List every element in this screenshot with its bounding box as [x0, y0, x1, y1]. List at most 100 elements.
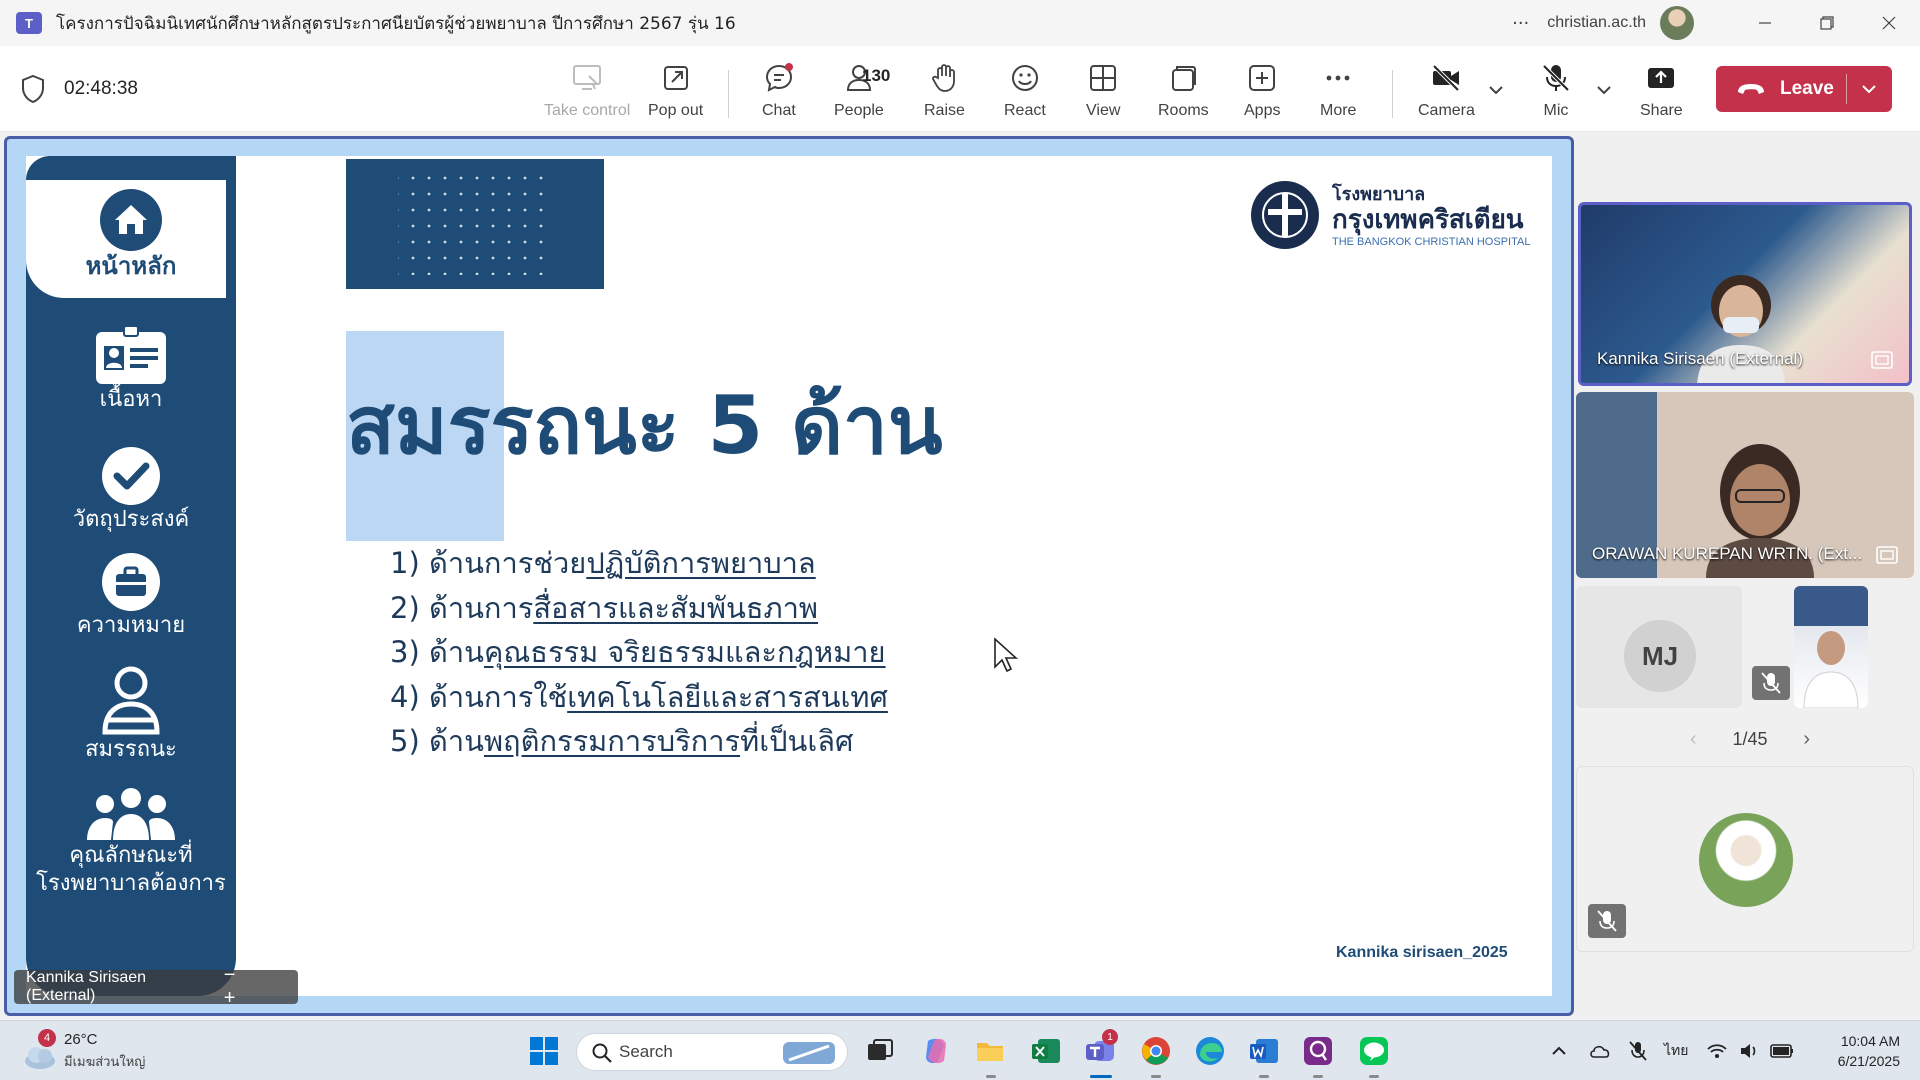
- list-item-underlined: ปฏิบัติการพยาบาล: [586, 546, 816, 580]
- participant-name: ORAWAN KUREPAN WRTN. (Ext...: [1592, 544, 1863, 563]
- decorative-dot-box: [346, 159, 604, 289]
- list-item: 4) ด้านการใช้เทคโนโลยีและสารสนเทศ: [390, 675, 888, 720]
- shield-icon[interactable]: [20, 74, 46, 104]
- list-item-suffix: ที่เป็นเลิศ: [740, 724, 854, 758]
- raise-hand-button[interactable]: Raise: [924, 56, 965, 126]
- toolbar-divider: [728, 70, 729, 118]
- input-language[interactable]: ไทย: [1664, 1040, 1688, 1062]
- app-running-indicator: [986, 1075, 996, 1078]
- list-item-underlined: คุณธรรม จริยธรรมและกฎหมาย: [483, 635, 886, 669]
- nav-label-objectives: วัตถุประสงค์: [72, 507, 190, 532]
- list-item: 2) ด้านการสื่อสารและสัมพันธภาพ: [390, 586, 888, 631]
- close-icon: [1882, 16, 1896, 30]
- shared-slide: หน้าหลัก เนื้อหา วัตถุประสงค์ ความหมาย ส…: [26, 156, 1552, 996]
- restore-button[interactable]: [1796, 0, 1858, 46]
- mouse-cursor-icon: [994, 637, 1019, 673]
- logo-english: THE BANGKOK CHRISTIAN HOSPITAL: [1332, 236, 1531, 248]
- excel-like-app-icon[interactable]: [1030, 1035, 1062, 1067]
- share-icon: [1648, 68, 1675, 88]
- list-item-underlined: สื่อสารและสัมพันธภาพ: [533, 590, 819, 625]
- share-button[interactable]: Share: [1640, 56, 1683, 126]
- battery-icon[interactable]: [1770, 1042, 1794, 1060]
- minimize-button[interactable]: [1734, 0, 1796, 46]
- weather-condition: มีเมฆส่วนใหญ่: [64, 1055, 146, 1070]
- mic-muted-tray-icon[interactable]: [1626, 1039, 1650, 1063]
- more-options-button[interactable]: ···: [1512, 13, 1529, 34]
- line-app-icon[interactable]: [1358, 1035, 1390, 1067]
- next-page-button[interactable]: ›: [1803, 728, 1810, 751]
- raise-hand-icon: [932, 64, 956, 92]
- smiley-icon: [1011, 65, 1038, 91]
- window-title: โครงการปัจฉิมนิเทศนักศึกษาหลักสูตรประกาศ…: [56, 13, 736, 34]
- slide-credit: Kannika sirisaen_2025: [1336, 944, 1508, 961]
- file-explorer-icon[interactable]: [974, 1035, 1006, 1067]
- participant-tile[interactable]: [1794, 586, 1868, 708]
- copilot-icon[interactable]: [920, 1035, 952, 1067]
- list-item-underlined: เทคโนโลยีและสารสนเทศ: [567, 679, 888, 714]
- more-button[interactable]: More: [1320, 56, 1356, 126]
- nav-item-home: หน้าหลัก: [26, 188, 236, 280]
- rooms-button[interactable]: Rooms: [1158, 56, 1209, 126]
- previous-page-button[interactable]: ‹: [1690, 728, 1697, 751]
- pop-out-button[interactable]: Pop out: [648, 56, 703, 126]
- volume-icon[interactable]: [1738, 1041, 1760, 1061]
- windows-start-icon[interactable]: [528, 1035, 560, 1067]
- participant-tile[interactable]: Kannika Sirisaen (External): [1578, 202, 1912, 386]
- view-label: View: [1086, 102, 1121, 119]
- participant-tile[interactable]: ORAWAN KUREPAN WRTN. (Ext...: [1576, 392, 1914, 578]
- mic-button[interactable]: Mic: [1540, 56, 1572, 126]
- view-button[interactable]: View: [1086, 56, 1120, 126]
- pdf-app-icon[interactable]: [1302, 1035, 1334, 1067]
- screen-share-icon: [1871, 351, 1893, 369]
- word-icon[interactable]: [1248, 1035, 1280, 1067]
- app-active-indicator: [1090, 1075, 1112, 1078]
- app-running-indicator: [1259, 1075, 1269, 1078]
- user-avatar[interactable]: [1660, 6, 1694, 40]
- chat-button[interactable]: Chat: [762, 56, 796, 126]
- person-icon: [102, 666, 160, 735]
- leave-button[interactable]: Leave: [1716, 66, 1892, 112]
- app-running-indicator: [1151, 1075, 1161, 1078]
- system-clock[interactable]: 10:04 AM 6/21/2025: [1838, 1031, 1900, 1071]
- grid-view-icon: [1090, 65, 1117, 91]
- system-tray: ไทย: [1548, 1021, 1794, 1080]
- mic-off-icon: [1761, 672, 1781, 694]
- apps-button[interactable]: Apps: [1244, 56, 1280, 126]
- cloud-sync-icon[interactable]: [1588, 1040, 1612, 1062]
- account-name[interactable]: christian.ac.th: [1547, 14, 1646, 32]
- mic-options-chevron-icon[interactable]: [1592, 78, 1616, 102]
- nav-label-meaning: ความหมาย: [76, 613, 186, 638]
- take-control-button[interactable]: Take control: [544, 56, 630, 126]
- app-running-indicator: [1369, 1075, 1379, 1078]
- participant-tile[interactable]: MJ: [1576, 586, 1742, 708]
- camera-options-chevron-icon[interactable]: [1484, 78, 1508, 102]
- chrome-icon[interactable]: [1140, 1035, 1172, 1067]
- nav-label-competency: สมรรถนะ: [85, 737, 177, 762]
- mic-label: Mic: [1543, 102, 1569, 119]
- list-item-prefix: 1) ด้านการช่วย: [390, 546, 587, 580]
- task-view-icon[interactable]: [864, 1035, 896, 1067]
- search-highlight-icon: [783, 1042, 835, 1064]
- react-button[interactable]: React: [1004, 56, 1046, 126]
- teams-logo-icon: T: [16, 12, 42, 34]
- edge-icon[interactable]: [1194, 1035, 1226, 1067]
- weather-widget[interactable]: 4 26°C มีเมฆส่วนใหญ่: [20, 1029, 180, 1075]
- list-item-underlined: พฤติกรรมการบริการ: [483, 724, 741, 758]
- nav-item-meaning: ความหมาย: [26, 552, 236, 640]
- temperature: 26°C: [64, 1031, 98, 1048]
- taskbar-search[interactable]: Search: [576, 1033, 848, 1071]
- camera-off-icon: [1433, 64, 1460, 92]
- title-bar-right: ··· christian.ac.th: [1512, 0, 1920, 46]
- pop-out-icon: [663, 66, 688, 90]
- close-button[interactable]: [1858, 0, 1920, 46]
- zoom-out-button[interactable]: −: [224, 964, 250, 986]
- tray-chevron-up-icon[interactable]: [1548, 1040, 1570, 1062]
- wifi-icon[interactable]: [1706, 1041, 1728, 1061]
- camera-button[interactable]: Camera: [1418, 56, 1475, 126]
- participant-tile[interactable]: [1576, 766, 1914, 952]
- weather-alert-badge: 4: [38, 1029, 56, 1047]
- list-item-prefix: 2) ด้านการ: [390, 590, 534, 625]
- leave-options-chevron-icon[interactable]: [1858, 78, 1880, 100]
- zoom-in-button[interactable]: +: [224, 987, 250, 1009]
- app-running-indicator: [1313, 1075, 1323, 1078]
